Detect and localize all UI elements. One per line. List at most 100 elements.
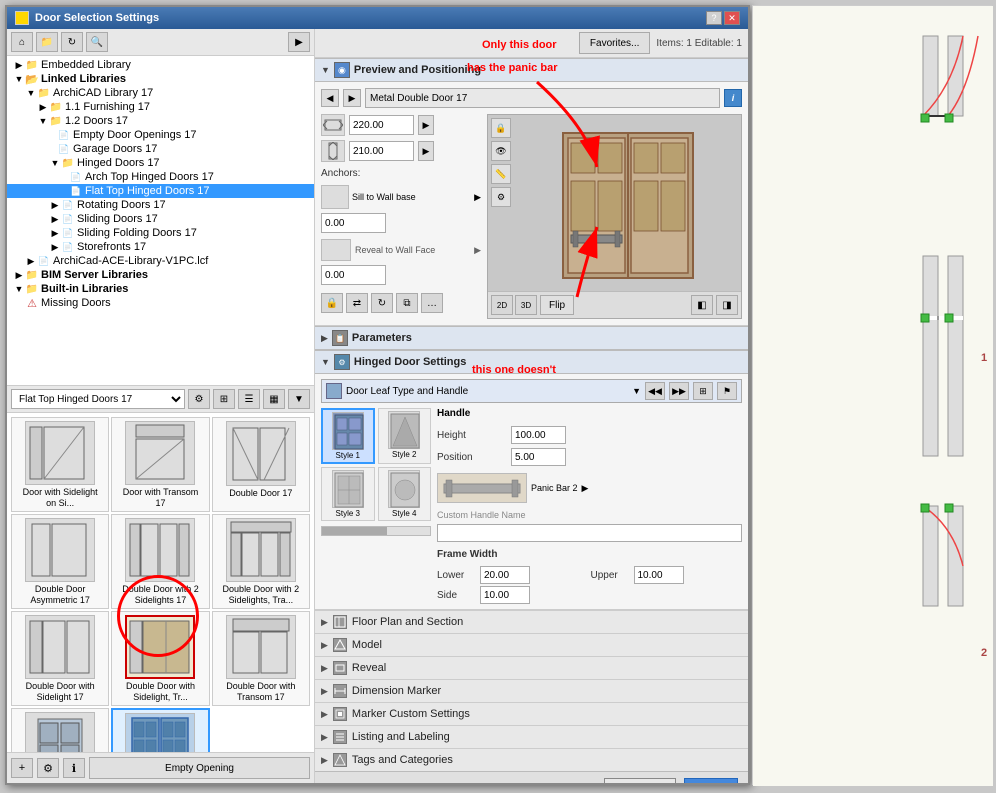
tags-header[interactable]: ▶ Tags and Categories — [315, 749, 748, 771]
tree-item-builtin[interactable]: ▼ 📁 Built-in Libraries — [7, 282, 314, 296]
custom-handle-input[interactable] — [437, 524, 742, 542]
expand-button[interactable]: ▶ — [288, 32, 310, 52]
view-2d-btn[interactable]: 2D — [491, 295, 513, 315]
thumb-scroll-btn[interactable]: ▼ — [288, 389, 310, 409]
tree-item-emptydoor[interactable]: 📄 Empty Door Openings 17 — [7, 128, 314, 142]
tree-item-sliding[interactable]: ▶ 📄 Sliding Doors 17 — [7, 212, 314, 226]
expand-sliding[interactable]: ▶ — [49, 213, 61, 225]
gear-btn[interactable]: ⚙ — [491, 187, 511, 207]
folder-button[interactable]: 📁 — [36, 32, 58, 52]
expand-builtin[interactable]: ▼ — [13, 283, 25, 295]
leaf-settings-btn[interactable]: ⊞ — [693, 382, 713, 400]
tree-item-embedded[interactable]: ▶ 📁 Embedded Library — [7, 58, 314, 72]
thumb-view3-btn[interactable]: ▦ — [263, 389, 285, 409]
empty-opening-button[interactable]: Empty Opening — [89, 757, 310, 779]
tree-item-slidingfolding[interactable]: ▶ 📄 Sliding Folding Doors 17 — [7, 226, 314, 240]
eye-btn[interactable]: 👁 — [491, 141, 511, 161]
cancel-button[interactable]: Cancel — [604, 778, 676, 783]
tree-item-hinged[interactable]: ▼ 📁 Hinged Doors 17 — [7, 156, 314, 170]
next-model-button[interactable]: ▶ — [343, 89, 361, 107]
expand-archicad[interactable]: ▼ — [25, 87, 37, 99]
listing-header[interactable]: ▶ Listing and Labeling — [315, 726, 748, 748]
tree-item-linked[interactable]: ▼ 📂 Linked Libraries — [7, 72, 314, 86]
expand-rotating[interactable]: ▶ — [49, 199, 61, 211]
expand-ace[interactable]: ▶ — [25, 255, 37, 267]
lock-btn[interactable]: 🔒 — [491, 118, 511, 138]
tree-item-flattop[interactable]: 📄 Flat Top Hinged Doors 17 — [7, 184, 314, 198]
expand-bim[interactable]: ▶ — [13, 269, 25, 281]
thumb-settings-btn[interactable]: ⚙ — [188, 389, 210, 409]
lock-icon[interactable]: 🔒 — [321, 293, 343, 313]
handle-height-input[interactable]: 100.00 — [511, 426, 566, 444]
floor-plan-header[interactable]: ▶ Floor Plan and Section — [315, 611, 748, 633]
thumb-double-transom[interactable]: Double Door with Transom 17 — [212, 611, 310, 706]
reveal-arrow[interactable]: ▶ — [474, 245, 481, 256]
more-icon[interactable]: … — [421, 293, 443, 313]
sill-input[interactable]: 0.00 — [321, 213, 386, 233]
help-button[interactable]: ? — [706, 11, 722, 25]
style1-item[interactable]: Style 1 — [321, 408, 375, 464]
height-arrow[interactable]: ▶ — [418, 141, 434, 161]
thumb-metal-door[interactable]: Metal Door 17 — [11, 708, 109, 752]
info-button[interactable]: ℹ — [63, 758, 85, 778]
door-leaf-bar[interactable]: Door Leaf Type and Handle ▼ ◀◀ ▶▶ ⊞ ⚑ — [321, 379, 742, 403]
panic-bar-arrow[interactable]: ▶ — [582, 483, 589, 494]
width-input[interactable]: 220.00 — [349, 115, 414, 135]
flip-button[interactable]: Flip — [540, 295, 574, 315]
expand-slidingfolding[interactable]: ▶ — [49, 227, 61, 239]
add-button[interactable]: + — [11, 758, 33, 778]
home-button[interactable]: ⌂ — [11, 32, 33, 52]
thumb-double-sidelight[interactable]: Double Door with Sidelight 17 — [11, 611, 109, 706]
style2-item[interactable]: Style 2 — [378, 408, 432, 464]
close-button[interactable]: ✕ — [724, 11, 740, 25]
expand-doors[interactable]: ▼ — [37, 115, 49, 127]
height-input[interactable]: 210.00 — [349, 141, 414, 161]
hinge-section-header[interactable]: ▼ ⚙ Hinged Door Settings — [315, 350, 748, 374]
thumb-metal-double[interactable]: Metal DoubleDoor 17 — [111, 708, 209, 752]
width-arrow[interactable]: ▶ — [418, 115, 434, 135]
tree-item-furnishing[interactable]: ▶ 📁 1.1 Furnishing 17 — [7, 100, 314, 114]
leaf-info-btn[interactable]: ⚑ — [717, 382, 737, 400]
model-info-button[interactable]: i — [724, 89, 742, 107]
expand-hinged[interactable]: ▼ — [49, 157, 61, 169]
leaf-next-btn[interactable]: ▶▶ — [669, 382, 689, 400]
marker-header[interactable]: ▶ Marker Custom Settings — [315, 703, 748, 725]
settings-button[interactable]: ⚙ — [37, 758, 59, 778]
thumb-double-asymmetric[interactable]: Double Door Asymmetric 17 — [11, 514, 109, 609]
preview-section-header[interactable]: ▼ ◉ Preview and Positioning — [315, 58, 748, 82]
align-right-btn[interactable]: ◨ — [716, 295, 738, 315]
fw-side-input[interactable]: 10.00 — [480, 586, 530, 604]
category-dropdown[interactable]: Flat Top Hinged Doors 17 — [11, 389, 185, 409]
search-button[interactable]: 🔍 — [86, 32, 108, 52]
tree-item-archicad[interactable]: ▼ 📁 ArchiCAD Library 17 — [7, 86, 314, 100]
leaf-prev-btn[interactable]: ◀◀ — [645, 382, 665, 400]
thumb-view1-btn[interactable]: ⊞ — [213, 389, 235, 409]
refresh-button[interactable]: ↻ — [61, 32, 83, 52]
thumb-double-2sidelights[interactable]: Double Door with 2 Sidelights 17 — [111, 514, 209, 609]
thumb-view2-btn[interactable]: ☰ — [238, 389, 260, 409]
ok-button[interactable]: OK — [684, 778, 738, 783]
model-header[interactable]: ▶ Model — [315, 634, 748, 656]
rotate-icon[interactable]: ↻ — [371, 293, 393, 313]
copy-icon[interactable]: ⧉ — [396, 293, 418, 313]
thumb-door-transom[interactable]: Door with Transom 17 — [111, 417, 209, 512]
expand-linked[interactable]: ▼ — [13, 73, 25, 85]
fw-lower-input[interactable]: 20.00 — [480, 566, 530, 584]
tree-item-archtop[interactable]: 📄 Arch Top Hinged Doors 17 — [7, 170, 314, 184]
expand-storefronts[interactable]: ▶ — [49, 241, 61, 253]
expand-furnishing[interactable]: ▶ — [37, 101, 49, 113]
tree-item-doors[interactable]: ▼ 📁 1.2 Doors 17 — [7, 114, 314, 128]
scroll-indicator[interactable] — [321, 526, 431, 536]
style3-item[interactable]: Style 3 — [321, 467, 375, 521]
prev-model-button[interactable]: ◀ — [321, 89, 339, 107]
thumb-double-2sl-transom[interactable]: Double Door with 2 Sidelights, Tra... — [212, 514, 310, 609]
reveal-input[interactable]: 0.00 — [321, 265, 386, 285]
params-section-header[interactable]: ▶ 📋 Parameters — [315, 326, 748, 350]
ruler-btn[interactable]: 📏 — [491, 164, 511, 184]
handle-position-input[interactable]: 5.00 — [511, 448, 566, 466]
align-left-btn[interactable]: ◧ — [691, 295, 713, 315]
style4-item[interactable]: Style 4 — [378, 467, 432, 521]
thumb-double-sl-transom[interactable]: Double Door with Sidelight, Tr... — [111, 611, 209, 706]
view-3d-btn[interactable]: 3D — [515, 295, 537, 315]
thumb-double-door[interactable]: Double Door 17 — [212, 417, 310, 512]
